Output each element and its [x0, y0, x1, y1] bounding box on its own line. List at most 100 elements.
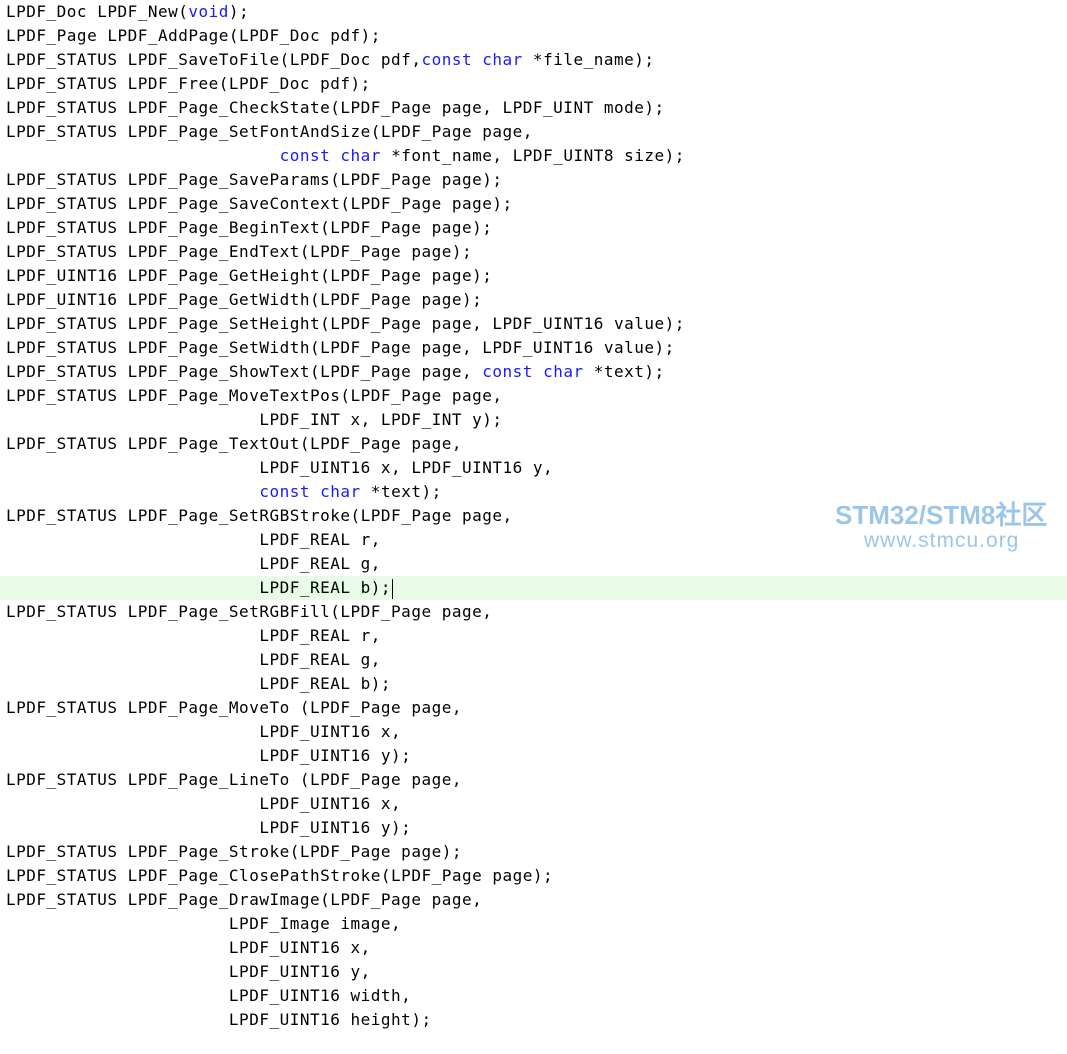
code-text: LPDF_STATUS LPDF_Page_LineTo (LPDF_Page … — [6, 770, 462, 789]
code-text: LPDF_STATUS LPDF_Page_SetHeight(LPDF_Pag… — [6, 314, 685, 333]
code-line[interactable]: LPDF_UINT16 LPDF_Page_GetHeight(LPDF_Pag… — [0, 264, 1067, 288]
code-text: LPDF_STATUS LPDF_Page_SaveParams(LPDF_Pa… — [6, 170, 503, 189]
code-line[interactable]: LPDF_REAL g, — [0, 552, 1067, 576]
code-line[interactable]: LPDF_STATUS LPDF_Page_MoveTextPos(LPDF_P… — [0, 384, 1067, 408]
code-line[interactable]: LPDF_STATUS LPDF_Page_ClosePathStroke(LP… — [0, 864, 1067, 888]
keyword-token: const — [279, 146, 331, 165]
code-token: *text); — [360, 482, 442, 501]
code-line[interactable]: LPDF_Doc LPDF_New(void); — [0, 0, 1067, 24]
code-line[interactable]: LPDF_UINT16 x, LPDF_UINT16 y, — [0, 456, 1067, 480]
code-token: LPDF_STATUS LPDF_Page_ShowText(LPDF_Page… — [6, 362, 483, 381]
code-text: LPDF_STATUS LPDF_Page_CheckState(LPDF_Pa… — [6, 98, 665, 117]
code-text: LPDF_UINT16 x, — [6, 722, 402, 741]
code-line[interactable]: LPDF_UINT16 width, — [0, 984, 1067, 1008]
code-text: LPDF_STATUS LPDF_Page_SetWidth(LPDF_Page… — [6, 338, 675, 357]
code-line[interactable]: LPDF_REAL r, — [0, 624, 1067, 648]
code-line[interactable]: LPDF_STATUS LPDF_Page_TextOut(LPDF_Page … — [0, 432, 1067, 456]
code-text: LPDF_STATUS LPDF_Page_MoveTextPos(LPDF_P… — [6, 386, 503, 405]
code-line[interactable]: LPDF_REAL g, — [0, 648, 1067, 672]
code-text: LPDF_STATUS LPDF_Page_MoveTo (LPDF_Page … — [6, 698, 462, 717]
code-line[interactable]: LPDF_UINT16 x, — [0, 936, 1067, 960]
keyword-token: const — [259, 482, 310, 501]
code-token: ); — [228, 2, 250, 21]
code-token: *file_name); — [522, 50, 655, 69]
code-line[interactable]: LPDF_UINT16 x, — [0, 720, 1067, 744]
code-editor[interactable]: LPDF_Doc LPDF_New(void); LPDF_Page LPDF_A… — [0, 0, 1067, 1054]
code-text: LPDF_STATUS LPDF_Page_DrawImage(LPDF_Pag… — [6, 890, 483, 909]
code-text: LPDF_REAL b); — [6, 674, 392, 693]
code-line[interactable]: LPDF_STATUS LPDF_Page_Stroke(LPDF_Page p… — [0, 840, 1067, 864]
code-line[interactable]: LPDF_STATUS LPDF_Page_BeginText(LPDF_Pag… — [0, 216, 1067, 240]
code-line[interactable]: LPDF_UINT16 height); — [0, 1008, 1067, 1032]
code-text: LPDF_STATUS LPDF_Page_SetFontAndSize(LPD… — [6, 122, 533, 141]
code-line[interactable]: const char *font_name, LPDF_UINT8 size); — [0, 144, 1067, 168]
code-text: LPDF_UINT16 x, LPDF_UINT16 y, — [6, 458, 554, 477]
code-line[interactable]: LPDF_Image image, — [0, 912, 1067, 936]
code-line[interactable]: LPDF_STATUS LPDF_Page_SetHeight(LPDF_Pag… — [0, 312, 1067, 336]
code-text: LPDF_INT x, LPDF_INT y); — [6, 410, 503, 429]
code-line[interactable]: LPDF_STATUS LPDF_Page_DrawImage(LPDF_Pag… — [0, 888, 1067, 912]
code-token: LPDF_Doc LPDF_New( — [6, 2, 189, 21]
code-line[interactable]: LPDF_UINT16 y); — [0, 744, 1067, 768]
keyword-token: char — [320, 482, 361, 501]
code-line[interactable]: LPDF_STATUS LPDF_Page_ShowText(LPDF_Page… — [0, 360, 1067, 384]
code-line[interactable]: LPDF_REAL r, — [0, 528, 1067, 552]
code-line[interactable]: LPDF_STATUS LPDF_Page_SaveParams(LPDF_Pa… — [0, 168, 1067, 192]
code-text: LPDF_STATUS LPDF_Page_ClosePathStroke(LP… — [6, 866, 554, 885]
code-line[interactable]: LPDF_STATUS LPDF_SaveToFile(LPDF_Doc pdf… — [0, 48, 1067, 72]
code-line[interactable]: LPDF_STATUS LPDF_Page_SetRGBStroke(LPDF_… — [0, 504, 1067, 528]
code-text: LPDF_REAL r, — [6, 626, 381, 645]
text-cursor — [392, 578, 394, 599]
keyword-token: char — [543, 362, 584, 381]
code-line[interactable]: LPDF_REAL b); — [0, 672, 1067, 696]
code-text: LPDF_UINT16 y, — [6, 962, 371, 981]
code-line[interactable]: LPDF_STATUS LPDF_Page_MoveTo (LPDF_Page … — [0, 696, 1067, 720]
code-text: LPDF_REAL r, — [6, 530, 381, 549]
code-text: LPDF_UINT16 height); — [6, 1010, 432, 1029]
code-text: LPDF_UINT16 x, — [6, 938, 371, 957]
code-text: LPDF_Image image, — [6, 914, 402, 933]
code-text: LPDF_STATUS LPDF_Page_SaveContext(LPDF_P… — [6, 194, 513, 213]
code-line[interactable]: LPDF_STATUS LPDF_Page_SaveContext(LPDF_P… — [0, 192, 1067, 216]
code-line[interactable]: LPDF_INT x, LPDF_INT y); — [0, 408, 1067, 432]
code-line[interactable]: LPDF_STATUS LPDF_Free(LPDF_Doc pdf); — [0, 72, 1067, 96]
code-line[interactable]: LPDF_STATUS LPDF_Page_LineTo (LPDF_Page … — [0, 768, 1067, 792]
code-text: LPDF_REAL b); — [6, 578, 392, 597]
code-text: LPDF_Page LPDF_AddPage(LPDF_Doc pdf); — [6, 26, 381, 45]
code-area[interactable]: LPDF_Doc LPDF_New(void); LPDF_Page LPDF_A… — [0, 0, 1067, 1032]
code-text: LPDF_STATUS LPDF_Page_EndText(LPDF_Page … — [6, 242, 473, 261]
code-text: LPDF_STATUS LPDF_Page_BeginText(LPDF_Pag… — [6, 218, 493, 237]
code-line-active[interactable]: LPDF_REAL b); — [0, 576, 1067, 600]
code-text: LPDF_STATUS LPDF_Page_SetRGBStroke(LPDF_… — [6, 506, 513, 525]
code-text: LPDF_UINT16 y); — [6, 818, 412, 837]
code-line[interactable]: LPDF_UINT16 y, — [0, 960, 1067, 984]
keyword-token: char — [482, 50, 523, 69]
code-text: LPDF_REAL g, — [6, 650, 381, 669]
code-text: LPDF_STATUS LPDF_Page_TextOut(LPDF_Page … — [6, 434, 462, 453]
code-line[interactable]: LPDF_UINT16 LPDF_Page_GetWidth(LPDF_Page… — [0, 288, 1067, 312]
code-token: LPDF_STATUS LPDF_SaveToFile(LPDF_Doc pdf… — [6, 50, 422, 69]
code-token: *text); — [583, 362, 665, 381]
code-line[interactable]: LPDF_Page LPDF_AddPage(LPDF_Doc pdf); — [0, 24, 1067, 48]
code-line[interactable]: const char *text); — [0, 480, 1067, 504]
code-text: LPDF_UINT16 LPDF_Page_GetHeight(LPDF_Pag… — [6, 266, 493, 285]
keyword-token: const — [421, 50, 473, 69]
code-line[interactable]: LPDF_UINT16 y); — [0, 816, 1067, 840]
code-line[interactable]: LPDF_STATUS LPDF_Page_SetWidth(LPDF_Page… — [0, 336, 1067, 360]
keyword-token: char — [340, 146, 381, 165]
code-line[interactable]: LPDF_STATUS LPDF_Page_SetRGBFill(LPDF_Pa… — [0, 600, 1067, 624]
code-text: LPDF_UINT16 x, — [6, 794, 402, 813]
code-line[interactable]: LPDF_UINT16 x, — [0, 792, 1067, 816]
code-text: LPDF_UINT16 width, — [6, 986, 412, 1005]
code-line[interactable]: LPDF_STATUS LPDF_Page_EndText(LPDF_Page … — [0, 240, 1067, 264]
code-line[interactable]: LPDF_STATUS LPDF_Page_SetFontAndSize(LPD… — [0, 120, 1067, 144]
code-text: LPDF_REAL g, — [6, 554, 381, 573]
code-text: LPDF_STATUS LPDF_Free(LPDF_Doc pdf); — [6, 74, 371, 93]
code-line[interactable]: LPDF_STATUS LPDF_Page_CheckState(LPDF_Pa… — [0, 96, 1067, 120]
